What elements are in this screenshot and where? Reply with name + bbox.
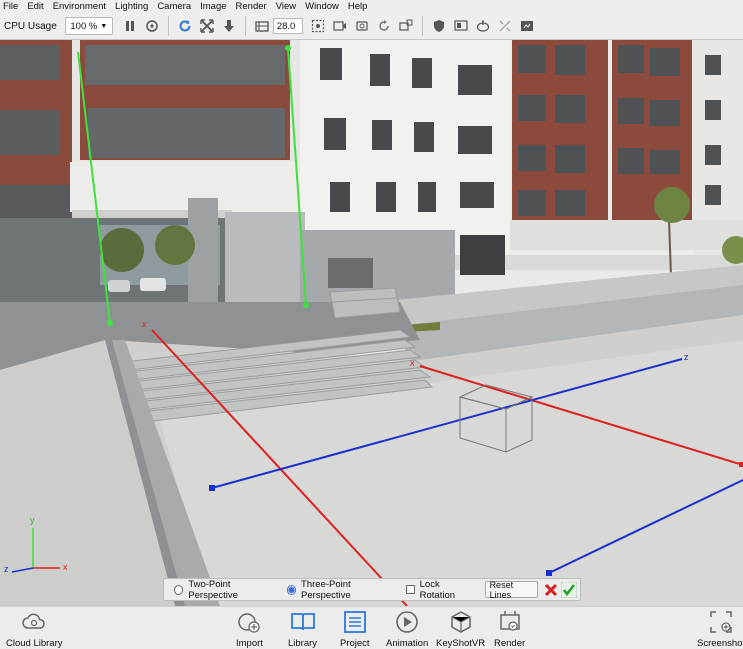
two-point-label: Two-Point Perspective xyxy=(188,578,238,601)
z-guide-line-2 xyxy=(548,479,743,574)
z-guide-handle[interactable] xyxy=(546,570,552,576)
two-point-option[interactable]: Two-Point Perspective xyxy=(174,579,275,601)
chevron-down-icon: ▼ xyxy=(100,22,108,30)
menu-window[interactable]: Window xyxy=(305,1,339,12)
expand-icon[interactable] xyxy=(199,18,215,34)
render-button[interactable]: Render xyxy=(494,609,525,649)
screenshot-label: Screenshot xyxy=(697,638,743,649)
cpu-usage-label[interactable]: CPU Usage xyxy=(4,21,57,32)
studio-icon[interactable] xyxy=(475,18,491,34)
camera-view-icon[interactable] xyxy=(354,18,370,34)
y-guide-handle[interactable] xyxy=(303,302,309,308)
animation-label: Animation xyxy=(386,638,429,649)
render-icon xyxy=(499,611,520,631)
book-icon xyxy=(290,613,315,631)
lock-rotation-option[interactable]: Lock Rotation xyxy=(406,579,472,601)
keyshotvr-button[interactable]: KeyShotVR xyxy=(436,609,485,649)
y-guide-handle[interactable] xyxy=(285,45,291,51)
menu-lighting[interactable]: Lighting xyxy=(115,1,148,12)
project-button[interactable]: Project xyxy=(340,609,370,649)
pause-icon[interactable] xyxy=(122,18,138,34)
cancel-icon[interactable] xyxy=(543,582,558,598)
zoom-value: 100 % xyxy=(70,20,98,32)
lock-camera-icon[interactable] xyxy=(398,18,414,34)
focal-length-value: 28.0 xyxy=(276,20,296,32)
y-guide-line-right xyxy=(287,47,307,306)
project-list-icon xyxy=(343,611,366,633)
gizmo-x-label: x xyxy=(63,562,68,572)
x-guide-line-1 xyxy=(151,329,408,606)
lock-rotation-label: Lock Rotation xyxy=(419,578,456,601)
menu-render[interactable]: Render xyxy=(236,1,267,12)
keyshotvr-label: KeyShotVR xyxy=(436,638,486,649)
menu-file[interactable]: File xyxy=(3,1,18,12)
three-point-label: Three-Point Perspective xyxy=(301,578,351,601)
region-icon[interactable] xyxy=(310,18,326,34)
library-label: Library xyxy=(288,638,318,649)
performance-mode-icon[interactable] xyxy=(144,18,160,34)
z-guide-handle[interactable] xyxy=(209,485,215,491)
zoom-select[interactable]: 100 % ▼ xyxy=(64,17,113,35)
reset-lines-label: Reset Lines xyxy=(489,579,514,600)
refresh-icon[interactable] xyxy=(177,18,193,34)
animation-button[interactable]: Animation xyxy=(386,609,428,649)
gizmo-y-label: y xyxy=(30,515,35,525)
toolbar-divider xyxy=(244,16,246,36)
screenshot-icon xyxy=(710,611,732,633)
perspective-match-panel: Two-Point Perspective Three-Point Perspe… xyxy=(163,578,581,601)
menu-view[interactable]: View xyxy=(276,1,296,12)
shield-icon[interactable] xyxy=(431,18,447,34)
screen-icon[interactable] xyxy=(519,18,535,34)
z-guide-line-1 xyxy=(211,358,683,489)
focal-length-icon xyxy=(254,18,270,34)
x-guide-line-2 xyxy=(419,365,743,466)
menu-help[interactable]: Help xyxy=(348,1,368,12)
gizmo-z-label: z xyxy=(4,564,9,574)
presentation-icon[interactable] xyxy=(453,18,469,34)
render-viewport[interactable]: x x z y x z xyxy=(0,40,743,606)
three-point-option[interactable]: Three-Point Perspective xyxy=(286,578,395,601)
cloud-icon xyxy=(22,613,45,629)
toolbar-divider xyxy=(167,16,169,36)
import-label: Import xyxy=(236,638,263,649)
lock-rotation-checkbox[interactable] xyxy=(406,585,415,594)
confirm-check-icon[interactable] xyxy=(561,581,577,598)
menu-environment[interactable]: Environment xyxy=(53,1,106,12)
two-point-radio[interactable] xyxy=(174,584,184,595)
render-label: Render xyxy=(494,638,526,649)
screenshot-button[interactable]: Screenshot xyxy=(697,609,743,649)
vr-cube-icon xyxy=(450,611,471,633)
reset-lines-button[interactable]: Reset Lines xyxy=(484,579,539,600)
add-camera-icon[interactable] xyxy=(332,18,348,34)
x-guide-label: x xyxy=(410,358,415,368)
perspective-guides xyxy=(11,45,743,606)
arrow-down-icon[interactable] xyxy=(221,18,237,34)
cloud-library-button[interactable]: Cloud Library xyxy=(6,609,63,649)
axis-gizmo xyxy=(11,528,60,573)
y-guide-line-left xyxy=(77,51,111,324)
bottom-ribbon: Cloud Library Import Library Project Ani… xyxy=(0,606,743,649)
library-button[interactable]: Library xyxy=(288,609,317,649)
menu-edit[interactable]: Edit xyxy=(27,1,43,12)
focal-length-input[interactable]: 28.0 xyxy=(272,18,303,34)
x-guide-label: x xyxy=(142,319,147,329)
reference-cube xyxy=(458,384,534,453)
three-point-radio[interactable] xyxy=(286,584,297,595)
play-icon xyxy=(396,611,418,633)
z-guide-label: z xyxy=(684,352,689,362)
import-button[interactable]: Import xyxy=(236,609,263,649)
menu-bar: File Edit Environment Lighting Camera Im… xyxy=(0,0,743,13)
y-guide-handle[interactable] xyxy=(107,320,113,326)
toolbar-divider xyxy=(421,16,423,36)
menu-camera[interactable]: Camera xyxy=(157,1,191,12)
cloud-library-label: Cloud Library xyxy=(6,638,63,649)
project-label: Project xyxy=(340,638,370,649)
geometry-view-icon[interactable] xyxy=(497,18,513,34)
import-icon xyxy=(238,613,261,633)
toolbar: CPU Usage 100 % ▼ 28.0 xyxy=(0,13,743,40)
menu-image[interactable]: Image xyxy=(200,1,226,12)
x-guide-handle[interactable] xyxy=(739,462,743,467)
rotate-icon[interactable] xyxy=(376,18,392,34)
